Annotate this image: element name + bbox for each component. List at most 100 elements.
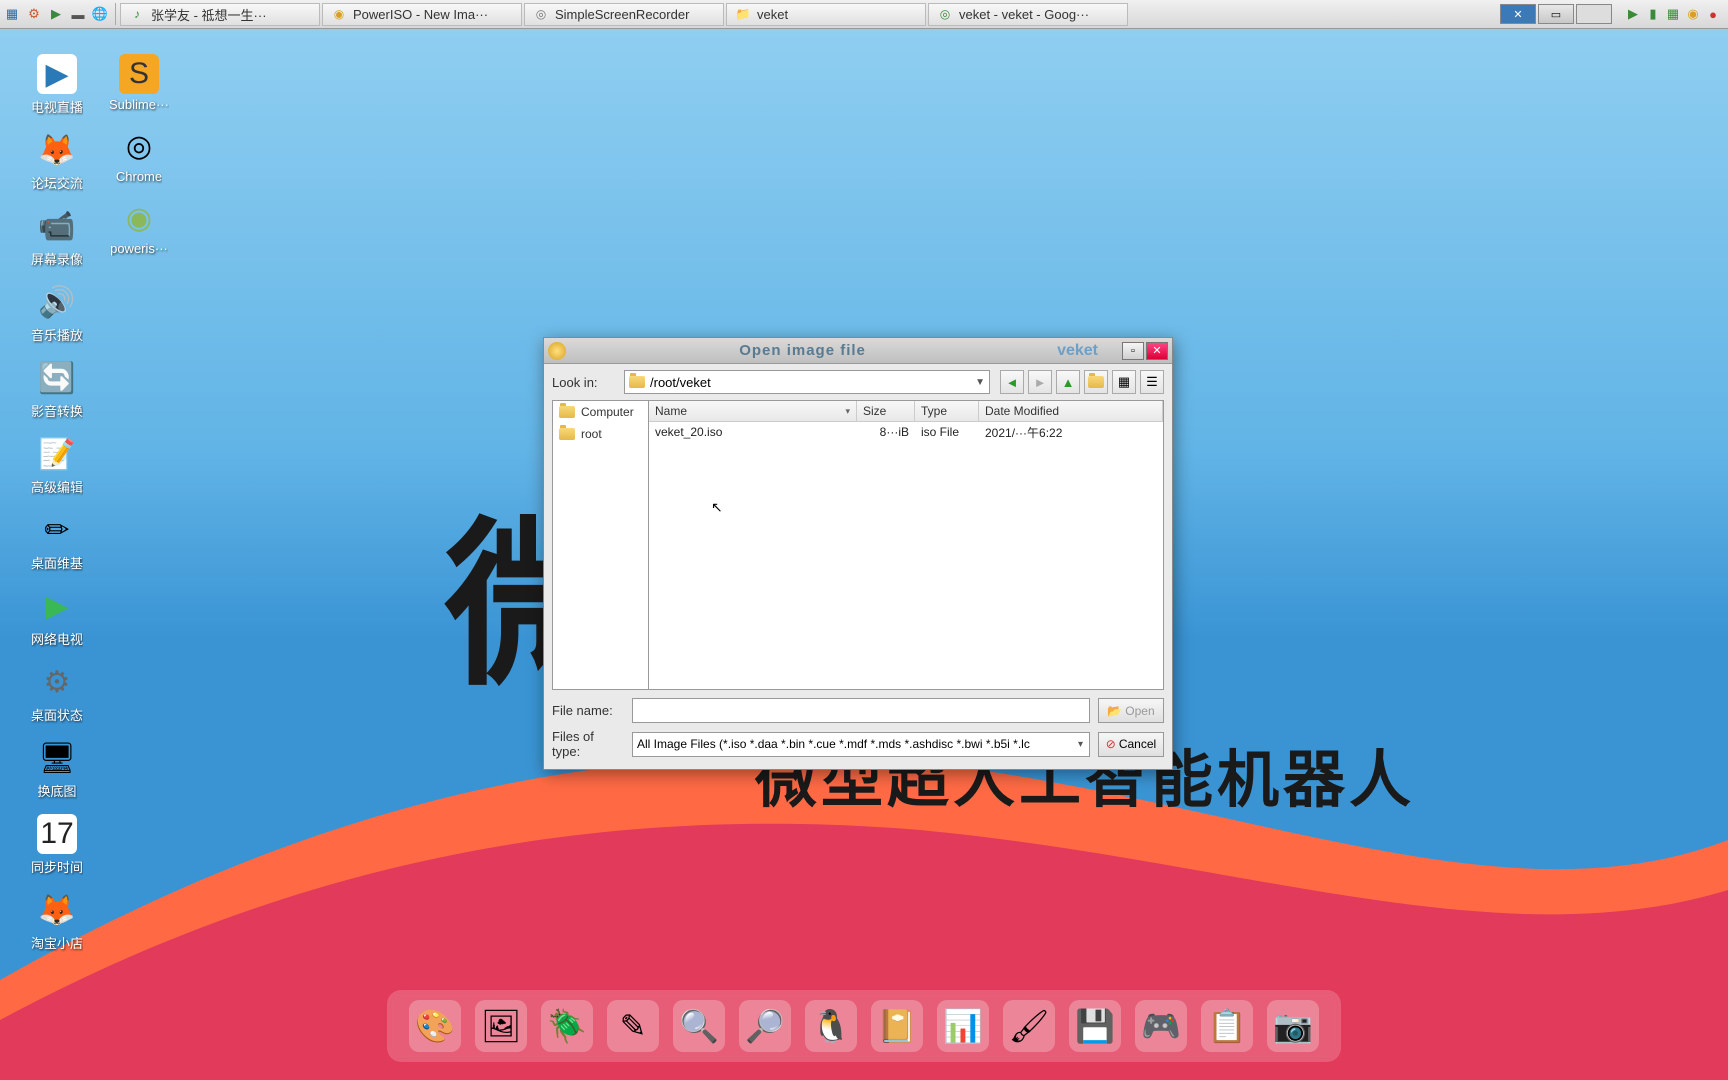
tray-battery-icon[interactable]: ▮ <box>1644 5 1662 23</box>
forward-button[interactable]: ► <box>1028 370 1052 394</box>
column-size[interactable]: Size <box>857 401 915 421</box>
file-type-label: Files of type: <box>552 729 624 759</box>
icon-view-button[interactable]: ▦ <box>1112 370 1136 394</box>
workspace-button[interactable] <box>1576 4 1612 24</box>
desktop-icon-label: 影音转换 <box>31 401 83 420</box>
desktop-icon[interactable]: ▶ 电视直播 <box>18 54 96 116</box>
dock-icon[interactable]: 🔎 <box>739 1000 791 1052</box>
places-item[interactable]: root <box>553 423 648 445</box>
list-view-button[interactable]: ☰ <box>1140 370 1164 394</box>
desktop-icon[interactable]: ⚙桌面状态 <box>18 662 96 724</box>
new-folder-button[interactable] <box>1084 370 1108 394</box>
desktop-icon-label: 高级编辑 <box>31 477 83 496</box>
file-type: iso File <box>915 425 979 439</box>
dock-icon[interactable]: 📊 <box>937 1000 989 1052</box>
desktop-icon[interactable]: 🔊音乐播放 <box>18 282 96 344</box>
desktop-icon-glyph: 🔊 <box>37 282 77 322</box>
places-item[interactable]: Computer <box>553 401 648 423</box>
folder-icon <box>559 406 575 418</box>
dock-icon[interactable]: ✎ <box>607 1000 659 1052</box>
desktop-icon[interactable]: 📹屏幕录像 <box>18 206 96 268</box>
dock-icon[interactable]: 🪲 <box>541 1000 593 1052</box>
file-type-combobox[interactable]: All Image Files (*.iso *.daa *.bin *.cue… <box>632 732 1090 757</box>
dock-icon[interactable]: 🎨 <box>409 1000 461 1052</box>
minimize-button[interactable]: ▫ <box>1122 342 1144 360</box>
workspace-button[interactable]: ✕ <box>1500 4 1536 24</box>
tray-record-icon[interactable]: ● <box>1704 5 1722 23</box>
dock-icon[interactable]: 📔 <box>871 1000 923 1052</box>
desktop-icon-label: 淘宝小店 <box>31 933 83 952</box>
desktop-icon-glyph: ▶ <box>37 54 77 94</box>
workspace-button[interactable]: ▭ <box>1538 4 1574 24</box>
up-button[interactable]: ▲ <box>1056 370 1080 394</box>
taskbar-window[interactable]: ◎veket - veket - Goog··· <box>928 3 1128 26</box>
dock-icon[interactable]: 🖼 <box>475 1000 527 1052</box>
dock-icon[interactable]: 📋 <box>1201 1000 1253 1052</box>
desktop-icon[interactable]: ◎Chrome <box>100 126 178 184</box>
places-sidebar: Computerroot <box>552 400 648 690</box>
window-title: veket <box>757 7 788 22</box>
desktop-icon-glyph: ▶ <box>37 586 77 626</box>
column-type[interactable]: Type <box>915 401 979 421</box>
dock-icon[interactable]: 🎮 <box>1135 1000 1187 1052</box>
desktop-icon[interactable]: ▶网络电视 <box>18 586 96 648</box>
column-name[interactable]: Name <box>649 401 857 421</box>
desktop-icon[interactable]: 🦊 淘宝小店 <box>18 890 96 952</box>
app-icon: ◎ <box>937 6 953 22</box>
desktop-icon-glyph: 📝 <box>37 434 77 474</box>
launcher-icon[interactable]: ⚙ <box>25 5 43 23</box>
chevron-down-icon: ▼ <box>975 377 985 388</box>
separator <box>115 3 116 25</box>
file-date: 2021/···午6:22 <box>979 424 1163 441</box>
file-row[interactable]: veket_20.iso8···iBiso File2021/···午6:22 <box>649 422 1163 442</box>
taskbar-windows: ♪张学友 - 祗想一生···◉PowerISO - New Ima···◎Sim… <box>119 1 1500 28</box>
desktop-icon-glyph: ✏ <box>37 510 77 550</box>
dock-icon[interactable]: 🐧 <box>805 1000 857 1052</box>
desktop-icon-glyph: S <box>119 54 159 94</box>
dialog-title: Open image file <box>572 342 1033 359</box>
desktop-icon[interactable]: ◉poweris··· <box>100 198 178 256</box>
taskbar-window[interactable]: ♪张学友 - 祗想一生··· <box>120 3 320 26</box>
desktop-icon-label: Chrome <box>116 169 162 184</box>
launcher-icon[interactable]: 🌐 <box>91 5 109 23</box>
dialog-subtitle: veket <box>1033 342 1122 360</box>
look-in-label: Look in: <box>552 375 614 390</box>
desktop-icon[interactable]: 🖥换底图 <box>18 738 96 800</box>
desktop-icon-glyph: 🦊 <box>37 890 77 930</box>
tray-icon[interactable]: ▶ <box>1624 5 1642 23</box>
desktop-icon[interactable]: 17 同步时间 <box>18 814 96 876</box>
taskbar-window[interactable]: ◎SimpleScreenRecorder <box>524 3 724 26</box>
dock-icon[interactable]: 🔍 <box>673 1000 725 1052</box>
desktop-icon[interactable]: ✏桌面维基 <box>18 510 96 572</box>
launcher-icon[interactable]: ▦ <box>3 5 21 23</box>
launcher-icon[interactable]: ▬ <box>69 5 87 23</box>
dock-icon[interactable]: 💾 <box>1069 1000 1121 1052</box>
close-button[interactable]: ✕ <box>1146 342 1168 360</box>
file-name-input[interactable] <box>632 698 1090 723</box>
app-icon: ♪ <box>129 6 145 22</box>
desktop-icon[interactable]: 📝 高级编辑 <box>18 434 96 496</box>
dialog-titlebar[interactable]: Open image file veket ▫ ✕ <box>544 338 1172 364</box>
taskbar-window[interactable]: ◉PowerISO - New Ima··· <box>322 3 522 26</box>
file-name: veket_20.iso <box>649 425 857 439</box>
desktop-icon-label: 电视直播 <box>31 97 83 116</box>
taskbar-window[interactable]: 📁veket <box>726 3 926 26</box>
back-button[interactable]: ◄ <box>1000 370 1024 394</box>
desktop-icon-glyph: 17 <box>37 814 77 854</box>
desktop[interactable]: 微 微型超人工智能机器人 ▶电视直播🦊论坛交流📹屏幕录像🔊音乐播放🔄影音转换📝高… <box>0 29 1728 1080</box>
desktop-icon-label: 同步时间 <box>31 857 83 876</box>
desktop-icon[interactable]: 🦊论坛交流 <box>18 130 96 192</box>
desktop-icon[interactable]: 🔄影音转换 <box>18 358 96 420</box>
dock-icon[interactable]: 📷 <box>1267 1000 1319 1052</box>
window-title: SimpleScreenRecorder <box>555 7 689 22</box>
tray-network-icon[interactable]: ▦ <box>1664 5 1682 23</box>
launcher-icon[interactable]: ▶ <box>47 5 65 23</box>
dock-icon[interactable]: 🖌 <box>1003 1000 1055 1052</box>
cancel-button[interactable]: ⊘Cancel <box>1098 732 1164 757</box>
desktop-icon[interactable]: SSublime··· <box>100 54 178 112</box>
open-button[interactable]: 📂Open <box>1098 698 1164 723</box>
file-list[interactable]: Name Size Type Date Modified veket_20.is… <box>648 400 1164 690</box>
column-date[interactable]: Date Modified <box>979 401 1163 421</box>
tray-volume-icon[interactable]: ◉ <box>1684 5 1702 23</box>
path-combobox[interactable]: /root/veket ▼ <box>624 370 990 394</box>
